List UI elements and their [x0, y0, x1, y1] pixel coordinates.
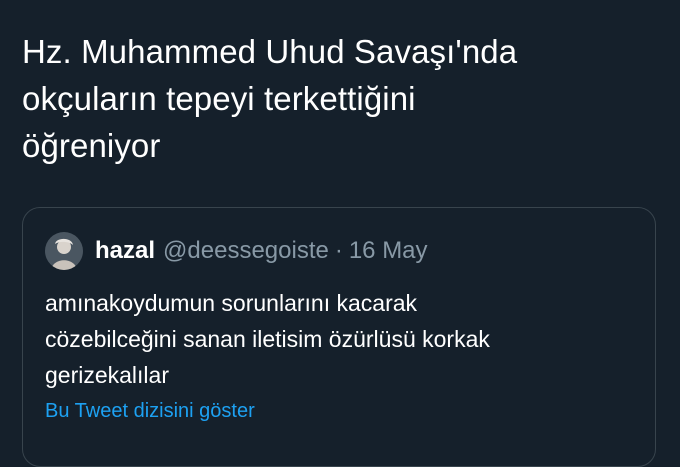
quoted-text-line: cözebilceğini sanan iletisim özürlüsü ko…: [45, 326, 490, 352]
tweet-text: Hz. Muhammed Uhud Savaşı'nda okçuların t…: [22, 28, 662, 169]
quoted-text-line: amınakoydumun sorunlarını kacarak: [45, 290, 418, 316]
quoted-tweet-card[interactable]: hazal @deessegoiste · 16 May amınakoydum…: [22, 207, 656, 467]
tweet-text-line: öğreniyor: [22, 127, 161, 164]
show-thread-link[interactable]: Bu Tweet dizisini göster: [45, 400, 255, 423]
quoted-text-line: gerizekalılar: [45, 362, 169, 388]
tweet-text-line: Hz. Muhammed Uhud Savaşı'nda: [22, 33, 518, 70]
quoted-tweet-text: amınakoydumun sorunlarını kacarak cözebi…: [45, 285, 645, 393]
user-handle[interactable]: @deessegoiste: [163, 237, 329, 265]
tweet-text-line: okçuların tepeyi terkettiğini: [22, 80, 416, 117]
tweet-date[interactable]: 16 May: [349, 237, 428, 265]
user-avatar-icon[interactable]: [45, 232, 83, 270]
display-name[interactable]: hazal: [95, 237, 155, 265]
separator-dot: ·: [334, 237, 343, 264]
quoted-tweet-header: hazal @deessegoiste · 16 May: [45, 230, 428, 272]
